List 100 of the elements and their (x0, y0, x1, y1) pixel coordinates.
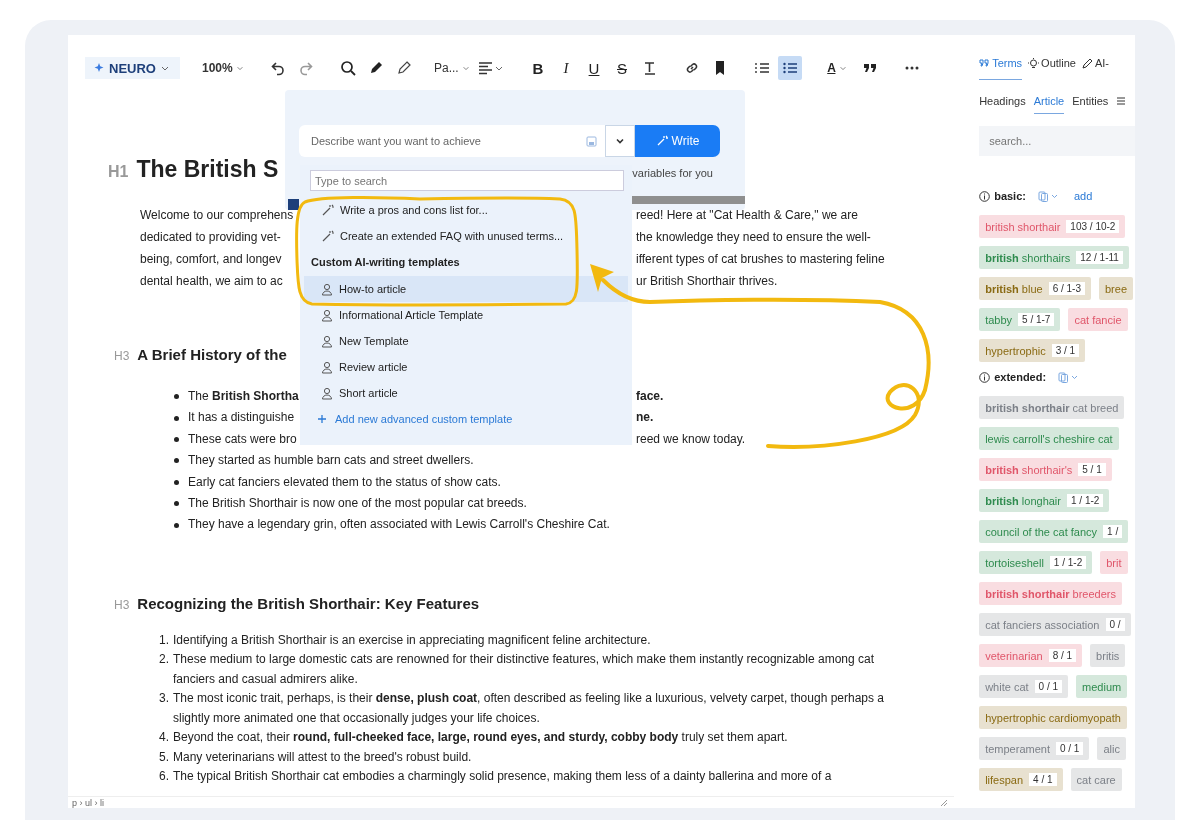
user-icon (321, 360, 333, 374)
list-item-text: These cats were bro (188, 430, 297, 448)
term-label: bree (1105, 282, 1128, 295)
term-chip[interactable]: british blue 6 / 1-3 (979, 277, 1091, 300)
pen-icon (1081, 57, 1093, 69)
term-label: british blue (985, 282, 1043, 295)
user-icon (321, 334, 333, 348)
term-count: 0 / (1105, 618, 1125, 631)
term-count: 1 / 1-2 (1067, 494, 1104, 507)
heading-level-label: H3 (114, 349, 130, 363)
dropdown-item[interactable]: How-to article (304, 276, 628, 302)
paragraph-text: being, comfort, and longev (140, 251, 282, 268)
panel-subtab[interactable]: Article (1033, 88, 1065, 114)
zoom-dropdown[interactable]: 100% (198, 56, 248, 80)
term-chip[interactable]: tortoiseshell 1 / 1-2 (979, 551, 1093, 574)
bullet-icon (174, 501, 179, 507)
term-count: 1 / 1-2 (1049, 556, 1087, 569)
term-count: 1 / (1103, 525, 1123, 538)
term-chip[interactable]: cat fanciers association 0 / (979, 613, 1131, 636)
dropdown-item[interactable]: New Template (304, 328, 628, 354)
panel-tab[interactable]: Terms (979, 57, 1023, 80)
term-chip[interactable]: lewis carroll's cheshire cat (979, 427, 1119, 450)
prompt-input-field[interactable]: Describe want you want to achieve (299, 125, 605, 157)
group-label: basic: (994, 190, 1026, 202)
magic-wand-icon (655, 135, 668, 147)
underline-button[interactable]: U (582, 56, 606, 80)
bold-button[interactable]: B (526, 56, 550, 80)
term-label: veterinarian (985, 649, 1043, 662)
heading-text: Recognizing the British Shorthair: Key Features (137, 594, 480, 612)
chevron-down-icon (236, 64, 244, 72)
template-search-field[interactable]: Type to search (310, 170, 624, 191)
paragraph-text: Welcome to our comprehens (140, 207, 294, 224)
term-chip[interactable]: bree (1099, 277, 1134, 300)
write-button[interactable]: Write (635, 125, 720, 157)
term-count: 3 / 1 (1051, 344, 1080, 357)
group-label: extended: (994, 371, 1047, 383)
term-label: alic (1103, 742, 1120, 755)
term-chip[interactable]: veterinarian 8 / 1 (979, 644, 1083, 667)
term-label: hypertrophic (985, 344, 1046, 357)
term-label: cat fanciers association (985, 618, 1100, 631)
list-item-text: The most iconic trait, perhaps, is their dense, plush coat, often described as feeling like a luxurious, velvety carpet, though perhaps a slightly more animated one that occasionally judges your life choices. (173, 690, 886, 727)
dropdown-item[interactable]: Informational Article Template (304, 302, 628, 328)
bullet-list-icon[interactable] (778, 56, 802, 80)
term-chip[interactable]: white cat 0 / 1 (979, 675, 1069, 698)
term-count: 5 / 1 (1078, 463, 1106, 476)
term-count: 4 / 1 (1029, 773, 1057, 786)
menu-icon[interactable] (1116, 96, 1127, 106)
term-chip[interactable]: tabby 5 / 1-7 (979, 308, 1061, 331)
element-path: p › ul › li (72, 797, 104, 808)
term-label: lewis carroll's cheshire cat (985, 432, 1113, 445)
term-label: tabby (985, 313, 1013, 326)
paragraph-text: the knowledge they need to ensure the well- (636, 229, 871, 246)
list-number: 1. (158, 631, 169, 649)
add-term-link[interactable]: add (1073, 190, 1093, 202)
list-item-text: The British Shortha (188, 388, 299, 405)
list-item-text: The British Shorthair is now one of the most popular cat breeds. (188, 495, 527, 513)
bullet-icon (174, 458, 179, 464)
panel-tab[interactable]: Outline (1028, 57, 1076, 80)
quote-icon (979, 58, 991, 68)
info-icon (979, 190, 991, 202)
heading-text: A Brief History of the (137, 346, 287, 363)
term-chip[interactable]: lifespan 4 / 1 (979, 768, 1063, 791)
bullet-icon (174, 415, 179, 421)
term-chip[interactable]: temperament 0 / 1 (979, 737, 1090, 760)
term-label: british shorthair (985, 220, 1061, 233)
add-template-link[interactable]: Add new advanced custom template (300, 406, 632, 432)
term-label: white cat (985, 680, 1029, 693)
paragraph-text: ur British Shorthair thrives. (636, 273, 778, 290)
panel-tab[interactable]: AI- (1081, 57, 1110, 80)
italic-button[interactable]: I (554, 56, 578, 80)
strikethrough-button[interactable]: S (610, 56, 634, 80)
dropdown-item[interactable]: Review article (304, 354, 628, 380)
chevron-down-icon (462, 64, 470, 72)
logo-dropdown[interactable]: NEURO (85, 57, 180, 79)
term-label: cat fancie (1074, 313, 1122, 326)
bullet-icon (174, 522, 179, 528)
term-chip[interactable]: british shorthair 103 / 10-2 (979, 215, 1126, 238)
list-number: 6. (158, 768, 169, 786)
text-color-dropdown[interactable]: A (820, 56, 854, 80)
term-chip[interactable]: british shorthair's 5 / 1 (979, 458, 1112, 481)
paragraph-style-dropdown[interactable]: Pa... (434, 56, 470, 80)
term-chip[interactable]: british longhair 1 / 1-2 (979, 489, 1110, 512)
term-chip[interactable]: council of the cat fancy 1 / (979, 520, 1129, 543)
heading-level-label: H1 (108, 163, 129, 181)
term-chip[interactable]: british shorthairs 12 / 1-11 (979, 246, 1129, 269)
panel-subtab[interactable]: Headings (979, 88, 1026, 114)
term-label: british shorthair cat breed (985, 401, 1119, 414)
term-label: medium (1082, 680, 1122, 693)
panel-subtab[interactable]: Entities (1072, 88, 1109, 114)
term-label: brit (1106, 556, 1122, 569)
dropdown-item[interactable]: Short article (304, 380, 628, 406)
dropdown-item[interactable]: Write a pros and cons list for... (304, 197, 628, 223)
dropdown-item[interactable]: Create an extended FAQ with unused terms... (304, 223, 628, 249)
term-label: britis (1096, 649, 1120, 662)
lightbulb-icon (1028, 57, 1040, 69)
terms-search-field[interactable]: search... (979, 126, 1135, 156)
heading-level-label: H3 (114, 597, 130, 612)
resize-handle-icon[interactable] (940, 798, 949, 807)
term-chip[interactable]: hypertrophic 3 / 1 (979, 339, 1086, 362)
term-chip[interactable]: hypertrophic cardiomyopath (979, 706, 1127, 729)
